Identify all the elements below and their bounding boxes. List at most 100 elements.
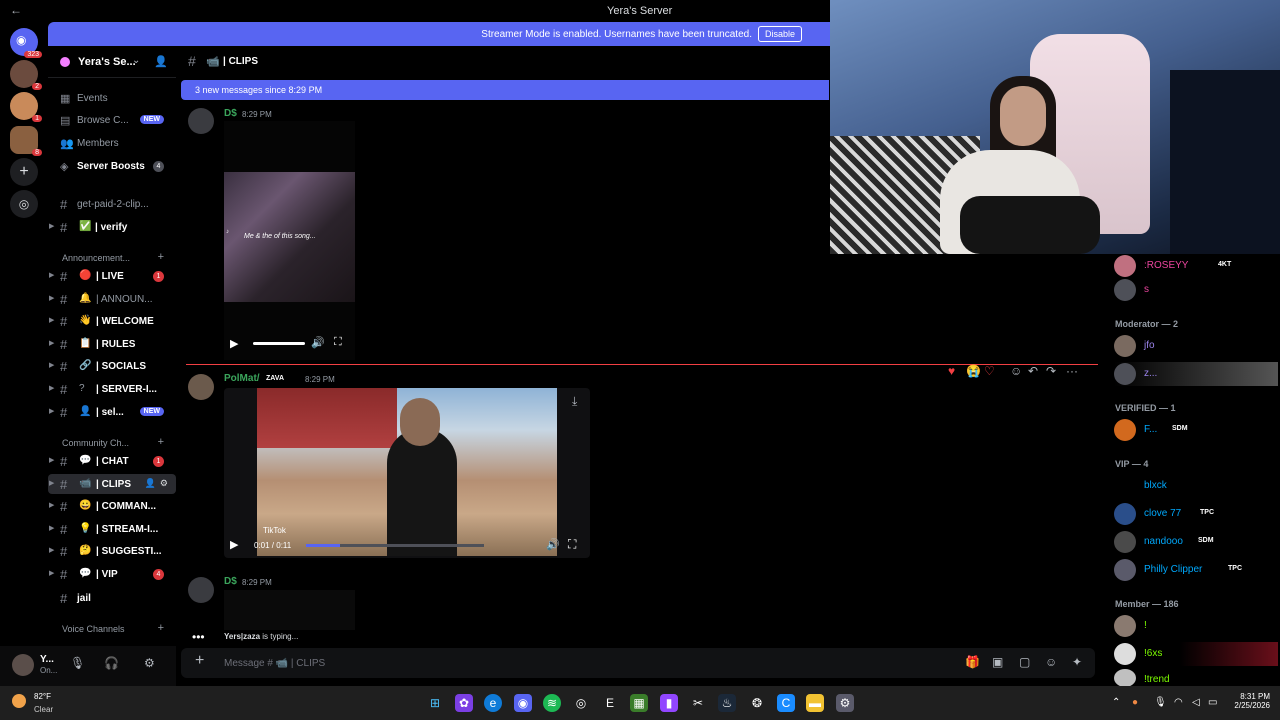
- spotify-icon[interactable]: ≋: [543, 694, 561, 712]
- channel-item[interactable]: ▶ # 💡 | STREAM-I...: [48, 519, 176, 539]
- sidebar-item-events[interactable]: ▦ Events: [48, 88, 176, 108]
- channel-item[interactable]: ▶ # 📋 | RULES: [48, 334, 176, 354]
- steam-icon[interactable]: ♨: [718, 694, 736, 712]
- apps-icon[interactable]: ✦: [1072, 655, 1082, 669]
- new-messages-bar[interactable]: 3 new messages since 8:29 PM: [181, 80, 829, 100]
- channel-item[interactable]: ▶ # 💬 | VIP 4: [48, 564, 176, 584]
- channel-item[interactable]: ▶ # 🔗 | SOCIALS: [48, 356, 176, 376]
- member-item[interactable]: blxck: [1114, 474, 1278, 498]
- emoji-icon[interactable]: ☺: [1045, 655, 1057, 669]
- server-icon-2[interactable]: 1: [10, 92, 42, 122]
- tray-chevron-icon[interactable]: ⌃: [1112, 697, 1120, 708]
- edge-icon[interactable]: e: [484, 694, 502, 712]
- channel-item[interactable]: ▶ # 💬 | CHAT 1: [48, 451, 176, 471]
- server-icon-yera[interactable]: 8: [10, 126, 42, 156]
- home-button[interactable]: ◉ 323: [10, 28, 42, 58]
- fullscreen-icon[interactable]: ⛶: [568, 537, 576, 552]
- channel-item[interactable]: ▶ # 🔴 | LIVE 1: [48, 266, 176, 286]
- avatar[interactable]: [188, 108, 214, 134]
- wifi-icon[interactable]: ◠: [1174, 697, 1183, 708]
- server-icon-1[interactable]: 2: [10, 60, 42, 90]
- play-icon[interactable]: ▶: [230, 538, 238, 551]
- chevron-down-icon[interactable]: ⌄: [132, 55, 140, 66]
- video-embed[interactable]: TikTok ⤓ ▶ 0:01 / 0:11 🔊 ⛶: [224, 388, 590, 558]
- fullscreen-icon[interactable]: ⛶: [334, 336, 342, 349]
- forward-icon[interactable]: ↷: [1046, 364, 1056, 378]
- play-icon[interactable]: ▶: [230, 337, 238, 350]
- chatgpt-icon[interactable]: ❂: [748, 694, 766, 712]
- message-author[interactable]: PolMat/: [224, 373, 260, 384]
- minecraft-icon[interactable]: ▦: [630, 694, 648, 712]
- heart-reaction-icon[interactable]: ♥: [948, 364, 955, 378]
- video-embed[interactable]: [224, 590, 355, 630]
- file-explorer-icon[interactable]: ▬: [806, 694, 824, 712]
- add-member-icon[interactable]: 👤: [145, 478, 156, 489]
- epic-games-icon[interactable]: E: [601, 694, 619, 712]
- add-channel-icon[interactable]: +: [158, 622, 164, 634]
- member-item[interactable]: Philly Clipper TPC: [1114, 558, 1278, 582]
- obs-icon[interactable]: ◎: [572, 694, 590, 712]
- add-reaction-icon[interactable]: ☺: [1010, 364, 1022, 378]
- member-item[interactable]: !trend: [1114, 668, 1278, 687]
- add-channel-icon[interactable]: +: [158, 436, 164, 448]
- channel-jail[interactable]: # jail: [48, 588, 176, 608]
- speaker-icon[interactable]: ◁: [1192, 697, 1200, 708]
- channel-item[interactable]: ▶ # 👤 | sel... NEW: [48, 402, 176, 422]
- volume-icon[interactable]: 🔊: [311, 336, 325, 349]
- message-author[interactable]: D$: [224, 576, 237, 587]
- channel-verify[interactable]: ▶ # ✅ | verify: [48, 217, 176, 237]
- sidebar-item-server-boosts[interactable]: ◈ Server Boosts 4: [48, 156, 176, 176]
- channel-item[interactable]: ▶ #? | SERVER-I...: [48, 379, 176, 399]
- add-server-icon[interactable]: +: [10, 158, 38, 186]
- avatar[interactable]: [188, 374, 214, 400]
- member-item[interactable]: jfo: [1114, 334, 1278, 358]
- disable-streamer-mode-button[interactable]: Disable: [757, 26, 802, 42]
- sidebar-item-members[interactable]: 👥 Members: [48, 133, 176, 153]
- member-item[interactable]: nandooo SDM: [1114, 530, 1278, 554]
- capcut-icon[interactable]: ✂: [689, 694, 707, 712]
- settings-gear-icon[interactable]: ⚙: [144, 656, 155, 670]
- explore-icon[interactable]: ◎: [10, 190, 38, 218]
- settings-icon[interactable]: ⚙: [836, 694, 854, 712]
- sticker-icon[interactable]: ▢: [1019, 655, 1030, 669]
- reply-icon[interactable]: ↶: [1028, 364, 1038, 378]
- channel-item[interactable]: ▶ # 😀 | COMMAN...: [48, 496, 176, 516]
- crying-reaction-icon[interactable]: 😭: [966, 364, 981, 378]
- hearts-reaction-icon[interactable]: ♡: [984, 364, 995, 378]
- battery-icon[interactable]: ▭: [1208, 697, 1217, 708]
- server-header[interactable]: Yera's Se... ⌄ 👤: [48, 46, 176, 78]
- member-item[interactable]: clove 77 TPC: [1114, 502, 1278, 526]
- app-c-icon[interactable]: C: [777, 694, 795, 712]
- member-item[interactable]: !6xs: [1114, 642, 1278, 666]
- weather-icon[interactable]: [12, 694, 26, 708]
- tray-app-icon[interactable]: ●: [1132, 697, 1138, 708]
- microphone-icon[interactable]: 🎙: [70, 656, 85, 670]
- member-item[interactable]: :ROSEYY 4KT: [1114, 254, 1278, 278]
- download-icon[interactable]: ⤓: [572, 394, 577, 409]
- more-options-icon[interactable]: ···: [1066, 364, 1078, 378]
- category-community[interactable]: Community Ch... +: [48, 435, 176, 451]
- channel-item[interactable]: ▶ # 📹 | CLIPS 👤 ⚙: [48, 473, 176, 494]
- video-embed[interactable]: ♪ Me & the of this song... ▶ 🔊 ⛶: [224, 121, 355, 360]
- microphone-tray-icon[interactable]: 🎙: [1154, 697, 1167, 708]
- back-arrow-icon[interactable]: ←: [10, 3, 22, 17]
- category-voice[interactable]: Voice Channels +: [48, 621, 176, 637]
- avatar[interactable]: [12, 654, 34, 676]
- avatar[interactable]: [188, 577, 214, 603]
- sidebar-item-browse[interactable]: ▤ Browse C... NEW: [48, 110, 176, 130]
- member-item[interactable]: !: [1114, 614, 1278, 638]
- twitch-icon[interactable]: ▮: [660, 694, 678, 712]
- volume-slider[interactable]: [253, 342, 305, 345]
- member-item[interactable]: F... SDM: [1114, 418, 1278, 442]
- member-item[interactable]: z...: [1114, 362, 1278, 386]
- volume-icon[interactable]: 🔊: [546, 538, 560, 551]
- add-channel-icon[interactable]: +: [158, 251, 164, 263]
- headphones-icon[interactable]: 🎧: [104, 656, 119, 670]
- category-announcements[interactable]: Announcement... +: [48, 250, 176, 266]
- message-input[interactable]: Message # 📹 | CLIPS: [224, 658, 325, 669]
- member-item[interactable]: s: [1114, 278, 1278, 302]
- attach-plus-icon[interactable]: +: [195, 652, 204, 670]
- system-clock[interactable]: 8:31 PM 2/25/2026: [1234, 692, 1270, 710]
- gift-icon[interactable]: 🎁: [965, 655, 980, 669]
- message-author[interactable]: D$: [224, 108, 237, 119]
